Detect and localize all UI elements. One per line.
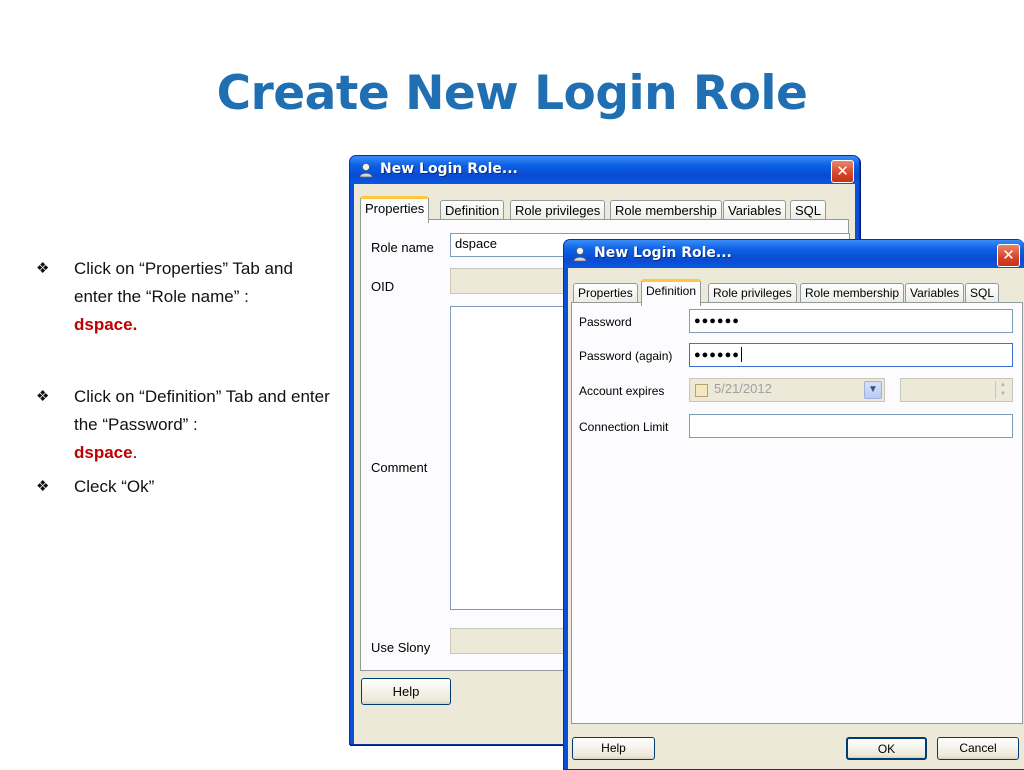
front-dialog-panel: Password ●●●●●● Password (again) ●●●●●● … <box>571 302 1023 724</box>
close-button[interactable]: ✕ <box>831 160 854 183</box>
back-dialog-title: New Login Role... <box>380 161 518 177</box>
bullet-item: ❖ Click on “Properties” Tab and enter th… <box>36 255 336 339</box>
connection-limit-label: Connection Limit <box>579 420 669 434</box>
diamond-bullet-icon: ❖ <box>36 260 50 277</box>
front-dialog-titlebar[interactable]: New Login Role... ✕ <box>564 240 1024 268</box>
use-slony-label: Use Slony <box>371 640 431 655</box>
password-label: Password <box>579 315 632 329</box>
front-dialog-window: New Login Role... ✕ Properties Definitio… <box>563 239 1024 770</box>
help-button[interactable]: Help <box>361 678 451 705</box>
tab-properties[interactable]: Properties <box>360 196 430 223</box>
bullet-list: ❖ Click on “Properties” Tab and enter th… <box>36 255 336 527</box>
password-again-label: Password (again) <box>579 349 673 363</box>
account-expires-value: 5/21/2012 <box>714 381 772 396</box>
bullet-item: ❖ Click on “Definition” Tab and enter th… <box>36 383 336 467</box>
account-expires-datepicker[interactable]: 5/21/2012 ▼ <box>689 378 885 402</box>
comment-label: Comment <box>371 460 428 475</box>
bullet-highlight: dspace <box>74 443 133 462</box>
close-icon: ✕ <box>1002 246 1015 264</box>
spinner-arrows-icon: ▲ ▼ <box>995 381 1010 399</box>
user-icon <box>573 247 587 262</box>
connection-limit-input[interactable] <box>689 414 1013 438</box>
account-expires-label: Account expires <box>579 384 665 398</box>
role-name-label: Role name <box>371 240 434 255</box>
tab-role-privileges[interactable]: Role privileges <box>708 283 797 303</box>
slide-title: Create New Login Role <box>216 66 808 121</box>
bullet-highlight: dspace. <box>74 315 138 334</box>
tab-role-membership[interactable]: Role membership <box>610 200 722 220</box>
close-button[interactable]: ✕ <box>997 244 1020 267</box>
password-again-input[interactable]: ●●●●●● <box>689 343 1013 367</box>
user-icon <box>359 163 373 178</box>
bullet-suffix: . <box>132 443 138 462</box>
bullet-text: Click on “Definition” Tab and enter the … <box>74 387 330 434</box>
tab-sql[interactable]: SQL <box>790 200 827 220</box>
account-expires-time-spinner: ▲ ▼ <box>900 378 1013 402</box>
bullet-text: Click on “Properties” Tab and enter the … <box>74 259 293 306</box>
ok-button[interactable]: OK <box>846 737 927 760</box>
password-input[interactable]: ●●●●●● <box>689 309 1013 333</box>
tab-properties[interactable]: Properties <box>573 283 638 303</box>
tab-sql[interactable]: SQL <box>965 283 1000 303</box>
tab-definition[interactable]: Definition <box>440 200 505 220</box>
bullet-item: ❖ Cleck “Ok” <box>36 473 336 501</box>
diamond-bullet-icon: ❖ <box>36 478 50 495</box>
chevron-down-icon[interactable]: ▼ <box>864 381 882 399</box>
back-dialog-titlebar[interactable]: New Login Role... ✕ <box>350 156 859 184</box>
password-again-value: ●●●●●● <box>694 349 740 361</box>
checkbox-icon[interactable] <box>695 384 708 397</box>
cancel-button[interactable]: Cancel <box>937 737 1019 760</box>
diamond-bullet-icon: ❖ <box>36 388 50 405</box>
tab-role-membership[interactable]: Role membership <box>800 283 905 303</box>
front-dialog-title: New Login Role... <box>594 245 732 261</box>
tab-variables[interactable]: Variables <box>723 200 787 220</box>
text-cursor <box>740 347 742 363</box>
oid-label: OID <box>371 279 395 294</box>
help-button[interactable]: Help <box>572 737 655 760</box>
tab-role-privileges[interactable]: Role privileges <box>510 200 606 220</box>
close-icon: ✕ <box>836 162 849 180</box>
tab-definition[interactable]: Definition <box>641 279 702 306</box>
front-dialog-client: Properties Definition Role privileges Ro… <box>568 268 1024 769</box>
tab-variables[interactable]: Variables <box>905 283 965 303</box>
password-value: ●●●●●● <box>694 315 740 327</box>
bullet-text: Cleck “Ok” <box>74 477 155 496</box>
